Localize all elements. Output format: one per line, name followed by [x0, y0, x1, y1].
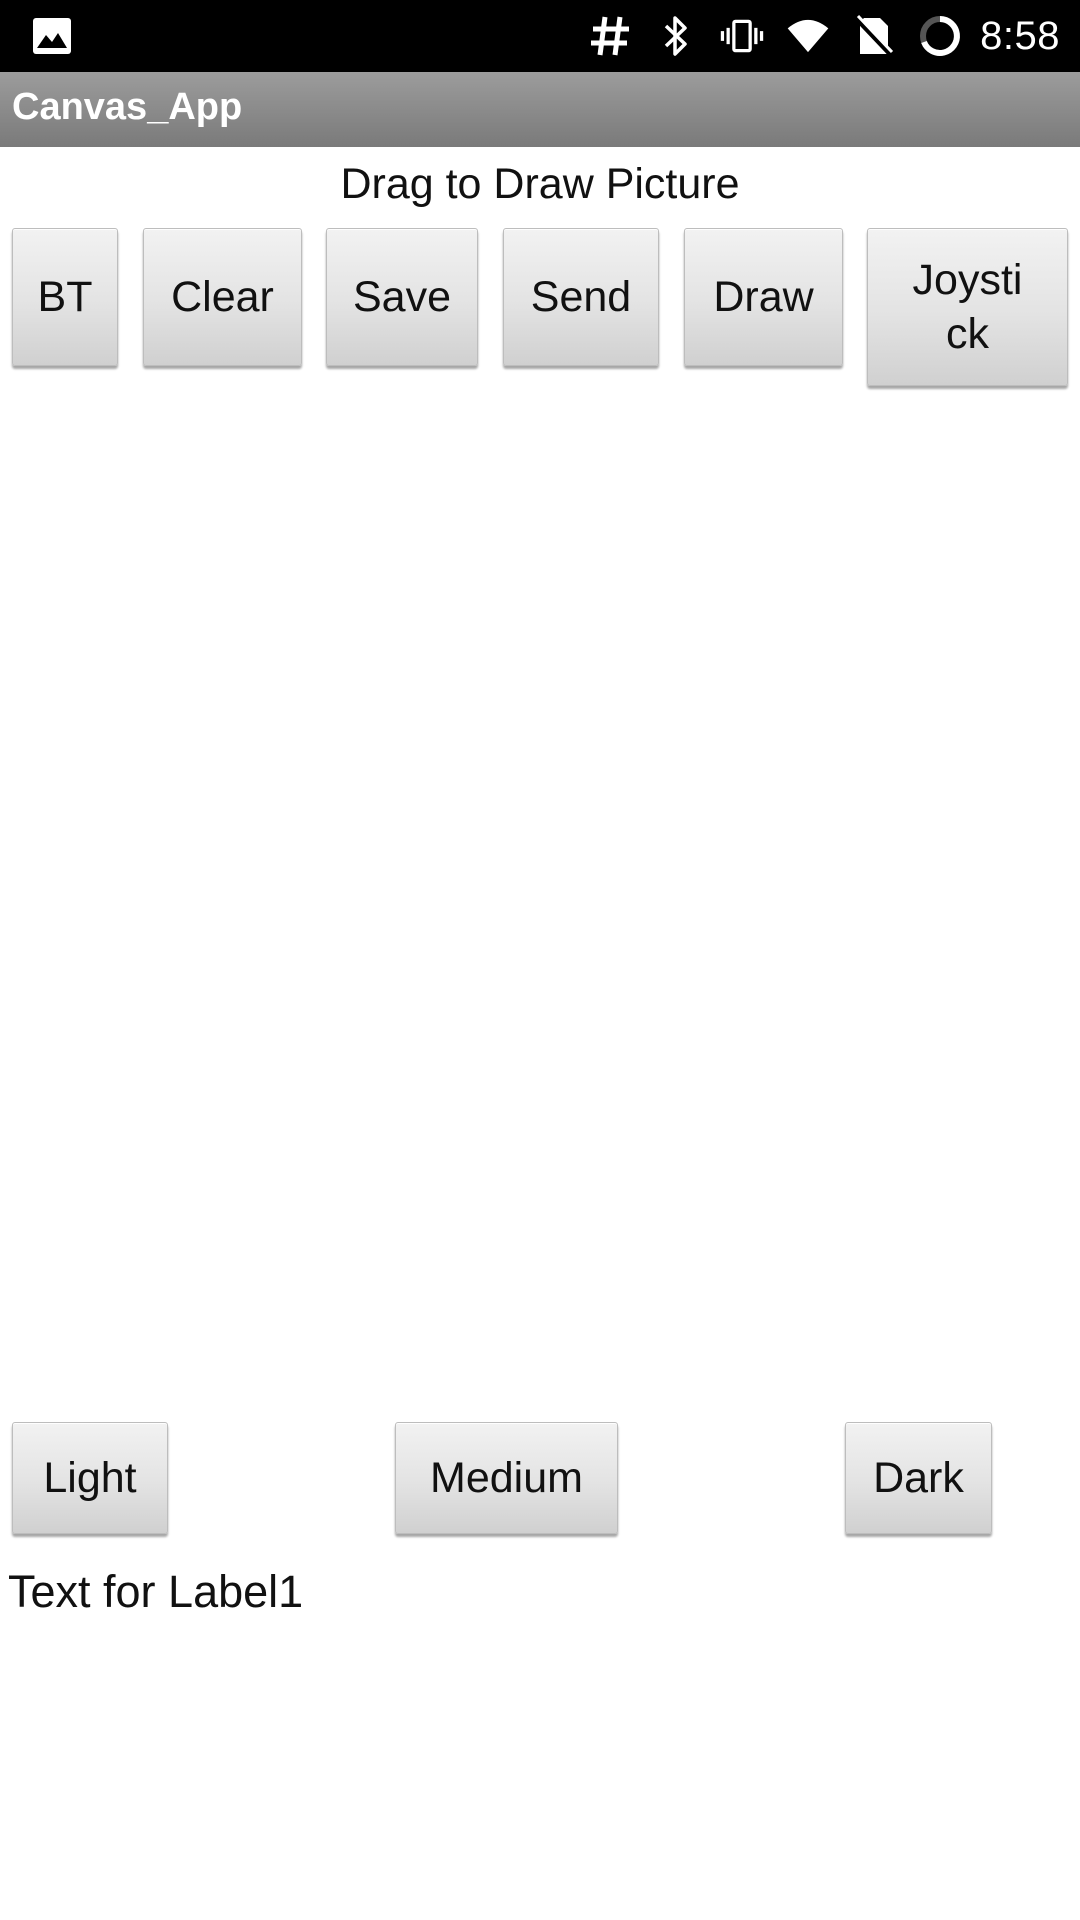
- status-icons: 8:58: [566, 0, 1060, 72]
- gallery-icon: [32, 17, 72, 55]
- wifi-icon: [786, 14, 830, 58]
- drawing-canvas[interactable]: [0, 395, 1080, 1415]
- dark-button[interactable]: Dark: [845, 1422, 992, 1534]
- save-button[interactable]: Save: [326, 228, 478, 366]
- light-button[interactable]: Light: [12, 1422, 168, 1534]
- app-title-bar: Canvas_App: [0, 72, 1080, 147]
- bt-button[interactable]: BT: [12, 228, 118, 366]
- no-sim-icon: [852, 14, 896, 58]
- joystick-label-line1: Joysti: [912, 256, 1023, 304]
- draw-button[interactable]: Draw: [684, 228, 843, 366]
- joystick-button[interactable]: Joysti ck: [867, 228, 1068, 386]
- vibrate-icon: [720, 14, 764, 58]
- clear-button[interactable]: Clear: [143, 228, 302, 366]
- medium-button[interactable]: Medium: [395, 1422, 618, 1534]
- battery-loading-icon: [918, 14, 962, 58]
- page-heading: Drag to Draw Picture: [340, 160, 740, 208]
- status-bar: 8:58: [0, 0, 1080, 72]
- label1: Text for Label1: [8, 1566, 304, 1617]
- joystick-label-line2: ck: [946, 310, 989, 358]
- app-title: Canvas_App: [12, 86, 243, 128]
- status-clock: 8:58: [980, 13, 1060, 58]
- bluetooth-icon: [654, 14, 698, 58]
- send-button[interactable]: Send: [503, 228, 659, 366]
- hash-icon: [588, 14, 632, 58]
